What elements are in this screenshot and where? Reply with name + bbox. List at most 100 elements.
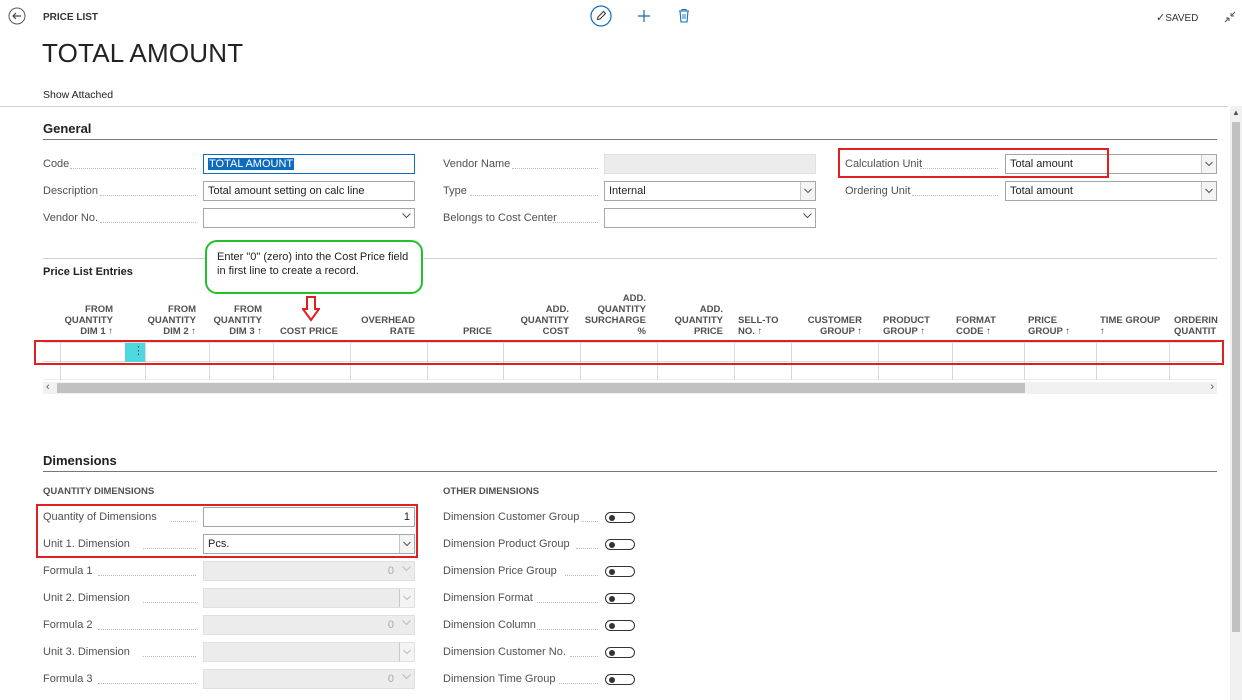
column-header-line: GROUP ↑ (883, 326, 926, 337)
other-dimension-label: Dimension Price Group (443, 565, 557, 577)
dimension-toggle[interactable] (605, 674, 635, 685)
breadcrumb[interactable]: PRICE LIST (43, 12, 98, 23)
column-header-line: CODE ↑ (956, 326, 991, 337)
column-header-line: QUANTITY (597, 304, 646, 315)
column-header-line: ADD. (699, 304, 723, 315)
dimensions-section-title[interactable]: Dimensions (43, 453, 117, 468)
new-button[interactable] (636, 8, 652, 24)
dimension-toggle[interactable] (605, 566, 635, 577)
vendor-no-label: Vendor No. (43, 212, 99, 224)
type-value: Internal (609, 185, 646, 197)
column-header[interactable]: OVERHEAD RATE (345, 304, 415, 337)
toggle-knob (609, 595, 615, 602)
entries-title[interactable]: Price List Entries (43, 266, 133, 278)
belongs-cost-center-field[interactable] (604, 208, 816, 228)
column-header-line: PRODUCT (883, 315, 930, 326)
toggle-knob (609, 568, 615, 575)
quantity-dimension-field (203, 642, 415, 662)
select-arrow[interactable] (800, 182, 815, 200)
column-header-line: NO. ↑ (738, 326, 763, 337)
page-scrollbar[interactable]: ▲ (1230, 106, 1242, 700)
chevron-down-icon[interactable] (400, 211, 412, 225)
column-header-line: CUSTOMER (807, 315, 862, 326)
column-header[interactable]: FROM QUANTITY DIM 1 ↑ (43, 304, 113, 337)
column-header-line: ORDERIN (1174, 315, 1218, 326)
column-header[interactable]: ADD. QUANTITY PRICE (653, 304, 723, 337)
column-header[interactable]: PRODUCT GROUP ↑ (883, 304, 930, 337)
dots (581, 521, 598, 522)
vendor-no-field[interactable] (203, 208, 415, 228)
dimension-toggle[interactable] (605, 593, 635, 604)
select-arrow[interactable] (1201, 182, 1216, 200)
select-arrow (399, 589, 414, 607)
scroll-right-arrow[interactable]: › (1210, 381, 1214, 393)
ordering-unit-value: Total amount (1010, 185, 1073, 197)
quantity-dimension-value: 0 (387, 619, 394, 631)
chevron-down-icon[interactable] (801, 211, 813, 225)
column-header[interactable]: SELL-TO NO. ↑ (738, 304, 778, 337)
column-header-line (345, 304, 415, 315)
column-header[interactable]: PRICE (422, 304, 492, 337)
column-header-line (792, 304, 862, 315)
dots (512, 168, 598, 169)
column-header-line (422, 315, 492, 326)
column-header[interactable]: COST PRICE (268, 304, 338, 337)
general-section-title[interactable]: General (43, 121, 91, 136)
column-header[interactable]: CUSTOMER GROUP ↑ (792, 304, 862, 337)
column-header-line: FROM (168, 304, 196, 315)
back-button[interactable] (8, 7, 26, 25)
quantity-dimension-label: Unit 2. Dimension (43, 592, 130, 604)
check-icon: ✓ (1156, 12, 1166, 24)
column-header[interactable]: TIME GROUP ↑ (1100, 304, 1160, 337)
column-header-line: QUANTITY (520, 315, 569, 326)
column-header[interactable]: FORMAT CODE ↑ (956, 304, 996, 337)
quantity-dimension-label: Unit 3. Dimension (43, 646, 130, 658)
scroll-up-arrow[interactable]: ▲ (1232, 108, 1240, 117)
delete-button[interactable] (677, 8, 691, 24)
column-header-line (1100, 304, 1160, 315)
chevron-down-icon (400, 564, 412, 578)
scroll-thumb[interactable] (1232, 122, 1240, 632)
edit-button[interactable] (590, 5, 612, 27)
dimension-toggle[interactable] (605, 620, 635, 631)
dots (100, 195, 196, 196)
general-divider (43, 139, 1217, 140)
dots (100, 222, 196, 223)
collapse-button[interactable] (1224, 10, 1236, 23)
ordering-unit-select[interactable]: Total amount (1005, 181, 1217, 201)
column-header-line (1174, 304, 1230, 315)
column-header[interactable]: ORDERIN QUANTIT (1174, 304, 1230, 337)
dimension-toggle[interactable] (605, 512, 635, 523)
dimensions-divider (43, 471, 1217, 472)
plus-icon (638, 10, 650, 22)
scroll-left-arrow[interactable]: ‹ (46, 381, 50, 393)
column-header-line: PRICE (693, 326, 723, 337)
code-value: TOTAL AMOUNT (208, 158, 295, 170)
dots (470, 195, 598, 196)
column-header-line: GROUP ↑ (1028, 326, 1071, 337)
column-header[interactable]: ADD. QUANTITY SURCHARGE% (576, 293, 646, 337)
column-header[interactable]: FROM QUANTITY DIM 2 ↑ (126, 304, 196, 337)
description-field[interactable]: Total amount setting on calc line (203, 181, 415, 201)
column-header[interactable]: PRICE GROUP ↑ (1028, 304, 1070, 337)
toggle-knob (609, 649, 615, 656)
dimension-toggle[interactable] (605, 647, 635, 658)
column-header-line: DIM 3 ↑ (229, 326, 262, 337)
dimension-toggle[interactable] (605, 539, 635, 550)
other-dimension-label: Dimension Time Group (443, 673, 556, 685)
scroll-thumb[interactable] (57, 383, 1025, 393)
description-label: Description (43, 185, 99, 197)
column-header-line: QUANTITY (213, 315, 262, 326)
code-label: Code (43, 158, 70, 170)
type-select[interactable]: Internal (604, 181, 816, 201)
select-arrow[interactable] (1201, 155, 1216, 173)
column-header[interactable]: ADD. QUANTITY COST (499, 304, 569, 337)
dots (570, 656, 598, 657)
quantity-dimension-value: 0 (387, 565, 394, 577)
column-header[interactable]: FROM QUANTITY DIM 3 ↑ (192, 304, 262, 337)
show-attached-action[interactable]: Show Attached (43, 89, 113, 101)
dots (70, 168, 196, 169)
code-field[interactable]: TOTAL AMOUNT (203, 154, 415, 174)
grid-horizontal-scrollbar[interactable]: ‹ › (43, 381, 1217, 394)
callout-text: Enter "0" (zero) into the Cost Price fie… (217, 251, 409, 277)
